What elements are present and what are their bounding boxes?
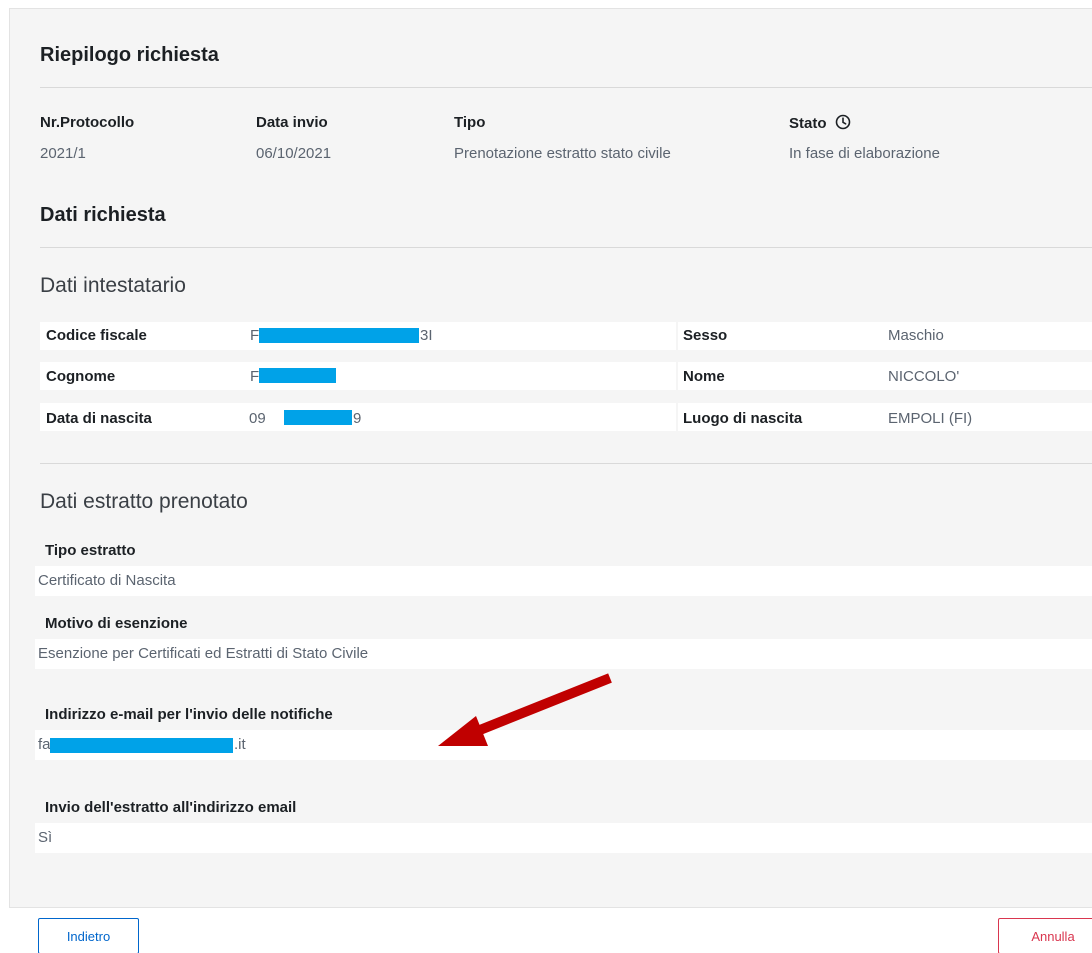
extract-divider bbox=[40, 463, 1092, 464]
data-nascita-prefix: 09 bbox=[249, 410, 266, 427]
data-nascita-suffix: 9 bbox=[353, 410, 362, 427]
invio-row bbox=[35, 823, 1092, 853]
codice-fiscale-prefix: F bbox=[250, 327, 260, 344]
status-header: Stato bbox=[789, 114, 851, 134]
protocol-label: Nr.Protocollo bbox=[40, 114, 135, 131]
page: Riepilogo richiesta Nr.Protocollo 2021/1… bbox=[0, 0, 1092, 953]
invio-value: Sì bbox=[38, 829, 53, 846]
annotation-arrow-icon bbox=[438, 673, 612, 746]
date-label: Data invio bbox=[256, 114, 328, 131]
summary-title: Riepilogo richiesta bbox=[40, 44, 219, 66]
redaction-mark bbox=[50, 738, 233, 753]
extract-section-title: Dati estratto prenotato bbox=[40, 490, 248, 513]
invio-label: Invio dell'estratto all'indirizzo email bbox=[45, 799, 297, 816]
redaction-mark bbox=[259, 368, 336, 383]
tipo-estratto-value: Certificato di Nascita bbox=[38, 572, 176, 589]
holder-section-title: Dati intestatario bbox=[40, 274, 186, 297]
cognome-label: Cognome bbox=[46, 368, 116, 385]
codice-fiscale-label: Codice fiscale bbox=[46, 327, 147, 344]
type-value: Prenotazione estratto stato civile bbox=[454, 145, 671, 162]
email-prefix: fa bbox=[38, 736, 51, 753]
status-value: In fase di elaborazione bbox=[789, 145, 940, 162]
tipo-estratto-row bbox=[35, 566, 1092, 596]
request-divider bbox=[40, 247, 1092, 248]
redaction-mark bbox=[284, 410, 352, 425]
codice-fiscale-suffix: 3I bbox=[420, 327, 433, 344]
protocol-value: 2021/1 bbox=[40, 145, 86, 162]
cognome-prefix: F bbox=[250, 368, 260, 385]
date-value: 06/10/2021 bbox=[256, 145, 332, 162]
clock-icon[interactable] bbox=[835, 114, 851, 134]
status-label: Stato bbox=[789, 115, 827, 132]
tipo-estratto-label: Tipo estratto bbox=[45, 542, 136, 559]
sesso-value: Maschio bbox=[888, 327, 944, 344]
email-label: Indirizzo e-mail per l'invio delle notif… bbox=[45, 706, 333, 723]
motivo-value: Esenzione per Certificati ed Estratti di… bbox=[38, 645, 369, 662]
holder-row-right-1 bbox=[678, 322, 1092, 350]
holder-row-left-2 bbox=[40, 362, 676, 390]
luogo-nascita-label: Luogo di nascita bbox=[683, 410, 803, 427]
type-label: Tipo bbox=[454, 114, 486, 131]
email-suffix: .it bbox=[234, 736, 246, 753]
nome-label: Nome bbox=[683, 368, 725, 385]
cancel-button[interactable]: Annulla bbox=[998, 918, 1092, 953]
holder-row-right-2 bbox=[678, 362, 1092, 390]
redaction-mark bbox=[259, 328, 419, 343]
request-summary-card bbox=[9, 8, 1092, 908]
data-nascita-label: Data di nascita bbox=[46, 410, 152, 427]
nome-value: NICCOLO' bbox=[888, 368, 960, 385]
luogo-nascita-value: EMPOLI (FI) bbox=[888, 410, 973, 427]
back-button[interactable]: Indietro bbox=[38, 918, 139, 953]
summary-divider bbox=[40, 87, 1092, 88]
sesso-label: Sesso bbox=[683, 327, 728, 344]
request-title: Dati richiesta bbox=[40, 204, 166, 226]
motivo-label: Motivo di esenzione bbox=[45, 615, 188, 632]
